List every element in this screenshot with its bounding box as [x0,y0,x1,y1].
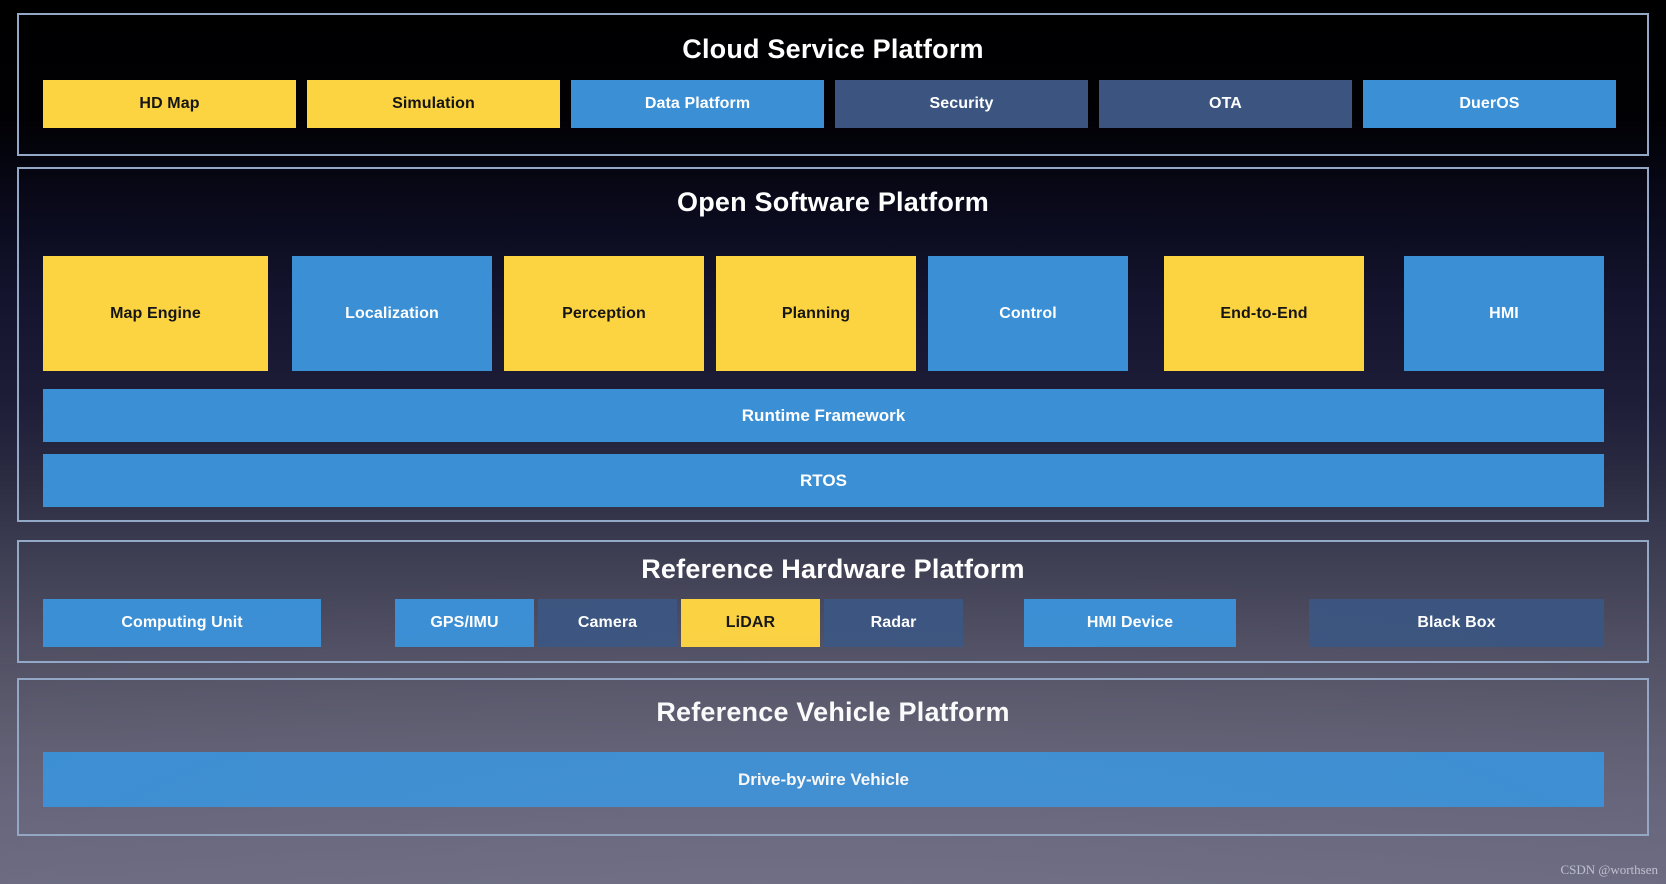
box-localization[interactable]: Localization [292,256,492,371]
layer-title-reference-vehicle-platform: Reference Vehicle Platform [656,697,1010,727]
box-label: End-to-End [1220,304,1308,322]
box-label: Camera [577,614,638,631]
bar-drive-by-wire-vehicle[interactable]: Drive-by-wire Vehicle [43,752,1604,807]
box-hmi[interactable]: HMI [1404,256,1604,371]
bar-runtime-framework[interactable]: Runtime Framework [43,389,1604,442]
watermark: CSDN @worthsen [1560,862,1658,877]
box-label: DuerOS [1459,95,1520,112]
box-label: Black Box [1417,614,1496,631]
box-label: GPS/IMU [430,614,499,631]
box-label: Control [999,304,1057,322]
bar-rtos[interactable]: RTOS [43,454,1604,507]
box-security[interactable]: Security [835,80,1088,128]
architecture-diagram: Cloud Service Platform HD Map Simulation… [0,0,1666,884]
layer-open-software-platform: Open Software Platform Map Engine Locali… [17,167,1649,522]
box-label: Computing Unit [121,614,243,631]
box-label: Radar [870,614,917,631]
bar-label: Runtime Framework [741,405,906,425]
box-label: HMI [1489,304,1519,322]
box-label: Simulation [392,95,475,112]
layer-title-reference-hardware-platform: Reference Hardware Platform [641,554,1025,584]
box-label: Security [929,95,994,112]
box-lidar[interactable]: LiDAR [681,599,820,647]
box-camera[interactable]: Camera [538,599,677,647]
box-label: Localization [345,304,439,322]
box-label: Planning [781,304,851,322]
box-dueros[interactable]: DuerOS [1363,80,1616,128]
bar-label: Drive-by-wire Vehicle [737,769,910,789]
layer-cloud-service-platform: Cloud Service Platform HD Map Simulation… [17,13,1649,156]
bar-label: RTOS [800,470,847,490]
box-data-platform[interactable]: Data Platform [571,80,824,128]
box-label: OTA [1209,95,1242,112]
box-computing-unit[interactable]: Computing Unit [43,599,321,647]
box-black-box[interactable]: Black Box [1309,599,1604,647]
box-end-to-end[interactable]: End-to-End [1164,256,1364,371]
layer-title-open-software-platform: Open Software Platform [677,187,989,217]
box-gps-imu[interactable]: GPS/IMU [395,599,534,647]
box-simulation[interactable]: Simulation [307,80,560,128]
box-label: HMI Device [1086,614,1174,631]
box-label: Data Platform [644,95,751,112]
box-label: LiDAR [725,614,776,631]
layer-title-cloud-service-platform: Cloud Service Platform [682,34,984,64]
layer-reference-hardware-platform: Reference Hardware Platform Computing Un… [17,540,1649,663]
layer-reference-vehicle-platform: Reference Vehicle Platform Drive-by-wire… [17,678,1649,836]
box-radar[interactable]: Radar [824,599,963,647]
box-perception[interactable]: Perception [504,256,704,371]
box-label: HD Map [139,95,200,112]
box-control[interactable]: Control [928,256,1128,371]
box-hmi-device[interactable]: HMI Device [1024,599,1236,647]
box-label: Map Engine [110,304,201,322]
box-map-engine[interactable]: Map Engine [43,256,268,371]
box-hd-map[interactable]: HD Map [43,80,296,128]
box-planning[interactable]: Planning [716,256,916,371]
box-ota[interactable]: OTA [1099,80,1352,128]
box-label: Perception [562,304,646,322]
